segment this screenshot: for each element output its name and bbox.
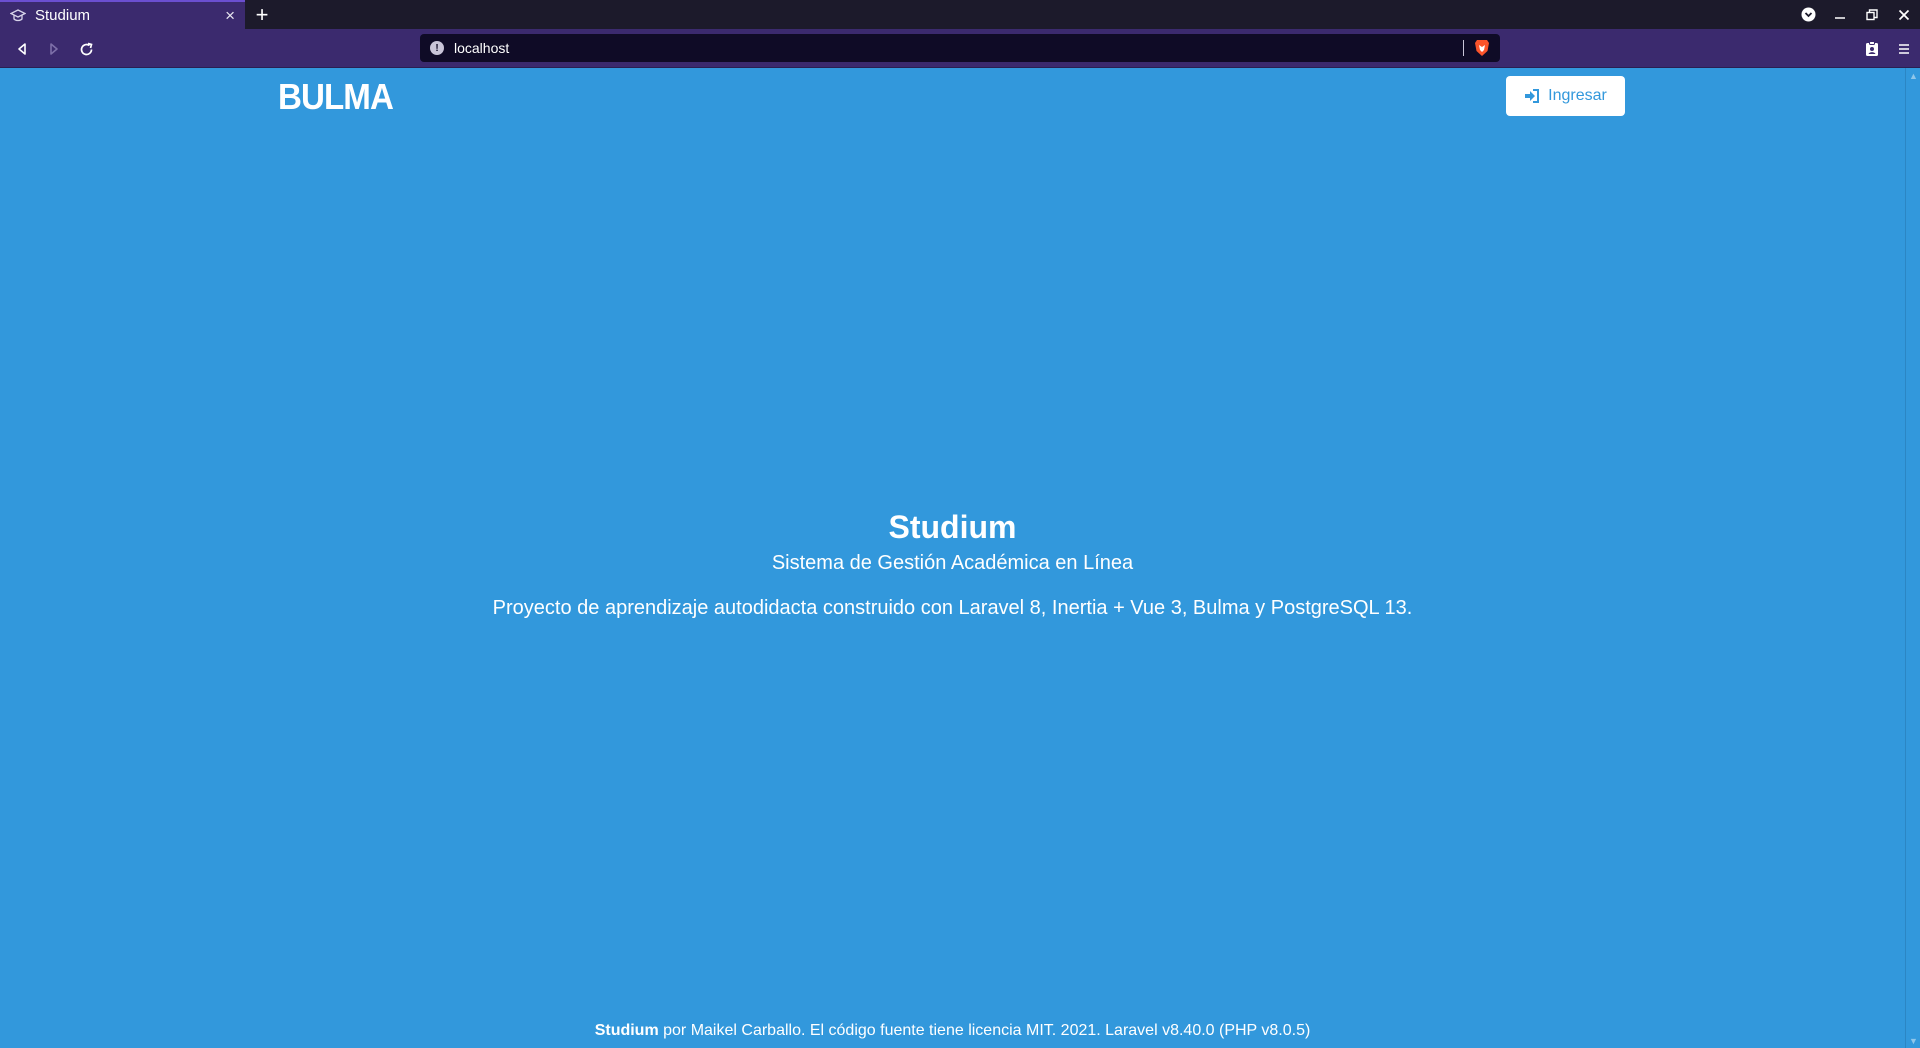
browser-toolbar: ! bbox=[0, 29, 1920, 68]
hero-section: Studium Sistema de Gestión Académica en … bbox=[0, 508, 1905, 620]
address-bar[interactable]: ! bbox=[420, 34, 1500, 62]
site-navbar: BULMA Ingresar bbox=[0, 68, 1905, 124]
tab-search-icon[interactable] bbox=[1792, 0, 1824, 29]
tab-close-icon[interactable]: × bbox=[225, 7, 235, 24]
back-icon[interactable] bbox=[10, 37, 34, 61]
login-button[interactable]: Ingresar bbox=[1506, 76, 1625, 116]
site-info-icon[interactable]: ! bbox=[430, 41, 444, 55]
site-footer: Studium por Maikel Carballo. El código f… bbox=[0, 1022, 1905, 1040]
hero-description: Proyecto de aprendizaje autodidacta cons… bbox=[492, 597, 1413, 620]
toolbar-right bbox=[1856, 29, 1920, 68]
reload-icon[interactable] bbox=[74, 37, 98, 61]
close-window-icon[interactable] bbox=[1888, 0, 1920, 29]
forward-icon[interactable] bbox=[42, 37, 66, 61]
scroll-down-icon[interactable]: ▼ bbox=[1906, 1033, 1920, 1048]
login-label: Ingresar bbox=[1548, 87, 1607, 104]
footer-text: por Maikel Carballo. El código fuente ti… bbox=[658, 1022, 1311, 1039]
divider bbox=[1463, 40, 1464, 56]
vertical-scrollbar[interactable]: ▲ ▼ bbox=[1905, 68, 1920, 1048]
browser-tab[interactable]: Studium × bbox=[0, 0, 245, 29]
graduation-cap-icon bbox=[10, 8, 26, 23]
window-controls bbox=[1792, 0, 1920, 29]
restore-icon[interactable] bbox=[1856, 0, 1888, 29]
menu-icon[interactable] bbox=[1888, 29, 1920, 68]
hero-subtitle: Sistema de Gestión Académica en Línea bbox=[771, 552, 1134, 575]
url-input[interactable] bbox=[454, 40, 1463, 56]
sign-in-icon bbox=[1525, 89, 1540, 103]
page-content: BULMA Ingresar Studium Sistema de Gestió… bbox=[0, 68, 1905, 1048]
wallet-icon[interactable] bbox=[1856, 29, 1888, 68]
new-tab-button[interactable]: + bbox=[245, 0, 279, 29]
hero-title: Studium bbox=[888, 509, 1017, 545]
minimize-icon[interactable] bbox=[1824, 0, 1856, 29]
tab-title: Studium bbox=[35, 7, 91, 24]
brand-logo[interactable]: BULMA bbox=[278, 76, 394, 118]
footer-brand: Studium bbox=[594, 1022, 659, 1039]
scroll-up-icon[interactable]: ▲ bbox=[1906, 68, 1920, 83]
browser-tab-bar: Studium × + bbox=[0, 0, 1920, 29]
brave-shields-icon[interactable] bbox=[1474, 39, 1490, 57]
